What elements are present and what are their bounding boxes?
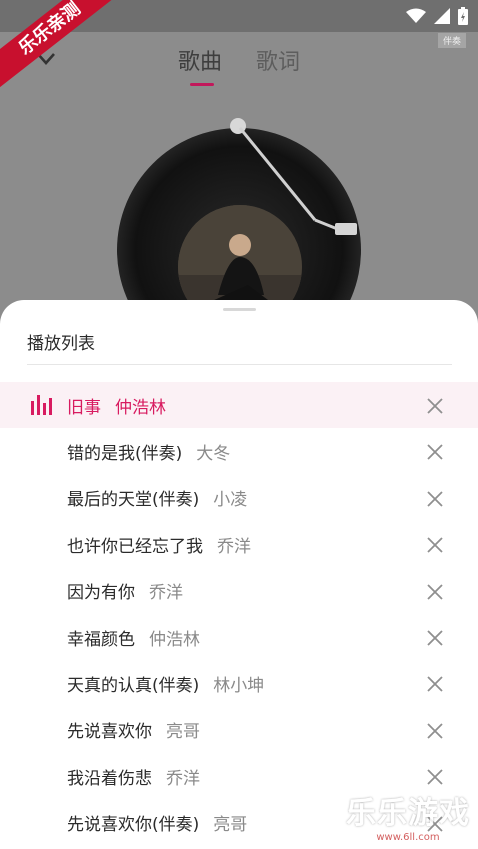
- signal-icon: [434, 8, 450, 24]
- accompaniment-tag: 伴奏: [437, 33, 466, 48]
- song-title: 幸福颜色: [67, 629, 135, 650]
- song-artist: 亮哥: [213, 815, 248, 836]
- playlist-title: 播放列表: [27, 334, 95, 354]
- tab-lyrics[interactable]: 歌词: [256, 44, 300, 76]
- playlist-row[interactable]: 错的是我(伴奏) 大冬: [0, 428, 478, 474]
- close-icon[interactable]: [426, 629, 444, 647]
- song-title: 也许你已经忘了我: [67, 536, 203, 557]
- song-info: 错的是我(伴奏) 大冬: [67, 439, 230, 464]
- song-info: 旧事 仲浩林: [67, 393, 166, 418]
- close-icon[interactable]: [426, 675, 444, 693]
- brand-watermark: 乐乐游戏 www.6ll.com: [346, 788, 470, 843]
- drag-handle[interactable]: [223, 308, 256, 311]
- playlist-row[interactable]: 幸福颜色 仲浩林: [0, 614, 478, 660]
- playlist-row[interactable]: 天真的认真(伴奏) 林小坤: [0, 660, 478, 706]
- song-info: 也许你已经忘了我 乔洋: [67, 532, 251, 557]
- tonearm: [230, 118, 357, 235]
- song-info: 先说喜欢你(伴奏) 亮哥: [67, 810, 247, 835]
- playlist: 旧事 仲浩林 错的是我(伴奏) 大冬 最后的天堂(伴奏) 小凌 也许你已经忘了我 乔洋 因为有你…: [0, 382, 478, 846]
- song-info: 幸福颜色 仲浩林: [67, 625, 200, 650]
- song-info: 先说喜欢你 亮哥: [67, 717, 200, 742]
- close-icon[interactable]: [426, 768, 444, 786]
- song-artist: 仲浩林: [115, 397, 166, 418]
- wifi-icon: [406, 8, 426, 23]
- playlist-row[interactable]: 先说喜欢你 亮哥: [0, 707, 478, 753]
- watermark-url: www.6ll.com: [376, 832, 440, 843]
- close-icon[interactable]: [426, 722, 444, 740]
- song-artist: 乔洋: [217, 536, 251, 557]
- song-artist: 亮哥: [166, 722, 200, 743]
- playlist-row[interactable]: 因为有你 乔洋: [0, 568, 478, 614]
- close-icon[interactable]: [426, 397, 444, 415]
- watermark-brand: 乐乐游戏: [346, 796, 470, 831]
- song-title: 天真的认真(伴奏): [67, 676, 200, 697]
- battery-icon: [458, 7, 468, 25]
- playlist-row[interactable]: 也许你已经忘了我 乔洋: [0, 521, 478, 567]
- song-title: 我沿着伤悲: [67, 768, 152, 789]
- song-artist: 仲浩林: [149, 629, 200, 650]
- close-icon[interactable]: [426, 490, 444, 508]
- song-title: 错的是我(伴奏): [67, 444, 183, 465]
- song-artist: 大冬: [196, 444, 231, 465]
- divider: [27, 364, 452, 365]
- song-title: 最后的天堂(伴奏): [67, 490, 200, 511]
- song-info: 最后的天堂(伴奏) 小凌: [67, 485, 247, 510]
- song-title: 因为有你: [67, 583, 135, 604]
- close-icon[interactable]: [426, 443, 444, 461]
- song-artist: 乔洋: [149, 583, 183, 604]
- playlist-sheet: 播放列表 旧事 仲浩林 错的是我(伴奏) 大冬 最后的天堂(伴奏) 小凌 也许你已经忘了我乔…: [0, 300, 478, 849]
- close-icon[interactable]: [426, 583, 444, 601]
- song-title: 先说喜欢你(伴奏): [67, 815, 200, 836]
- player-tabs: 歌曲 歌词: [0, 44, 478, 86]
- song-artist: 乔洋: [166, 768, 200, 789]
- song-artist: 林小坤: [213, 676, 265, 697]
- status-icons: [406, 7, 468, 25]
- close-icon[interactable]: [426, 536, 444, 554]
- song-info: 我沿着伤悲 乔洋: [67, 764, 200, 789]
- playlist-row[interactable]: 最后的天堂(伴奏) 小凌: [0, 475, 478, 521]
- song-info: 因为有你 乔洋: [67, 578, 183, 603]
- song-title: 先说喜欢你: [67, 722, 152, 743]
- equalizer-icon: [31, 395, 52, 415]
- tab-songs[interactable]: 歌曲: [178, 44, 222, 86]
- song-artist: 小凌: [213, 490, 248, 511]
- song-info: 天真的认真(伴奏) 林小坤: [67, 671, 264, 696]
- song-title: 旧事: [67, 397, 101, 418]
- playlist-row[interactable]: 旧事 仲浩林: [0, 382, 478, 429]
